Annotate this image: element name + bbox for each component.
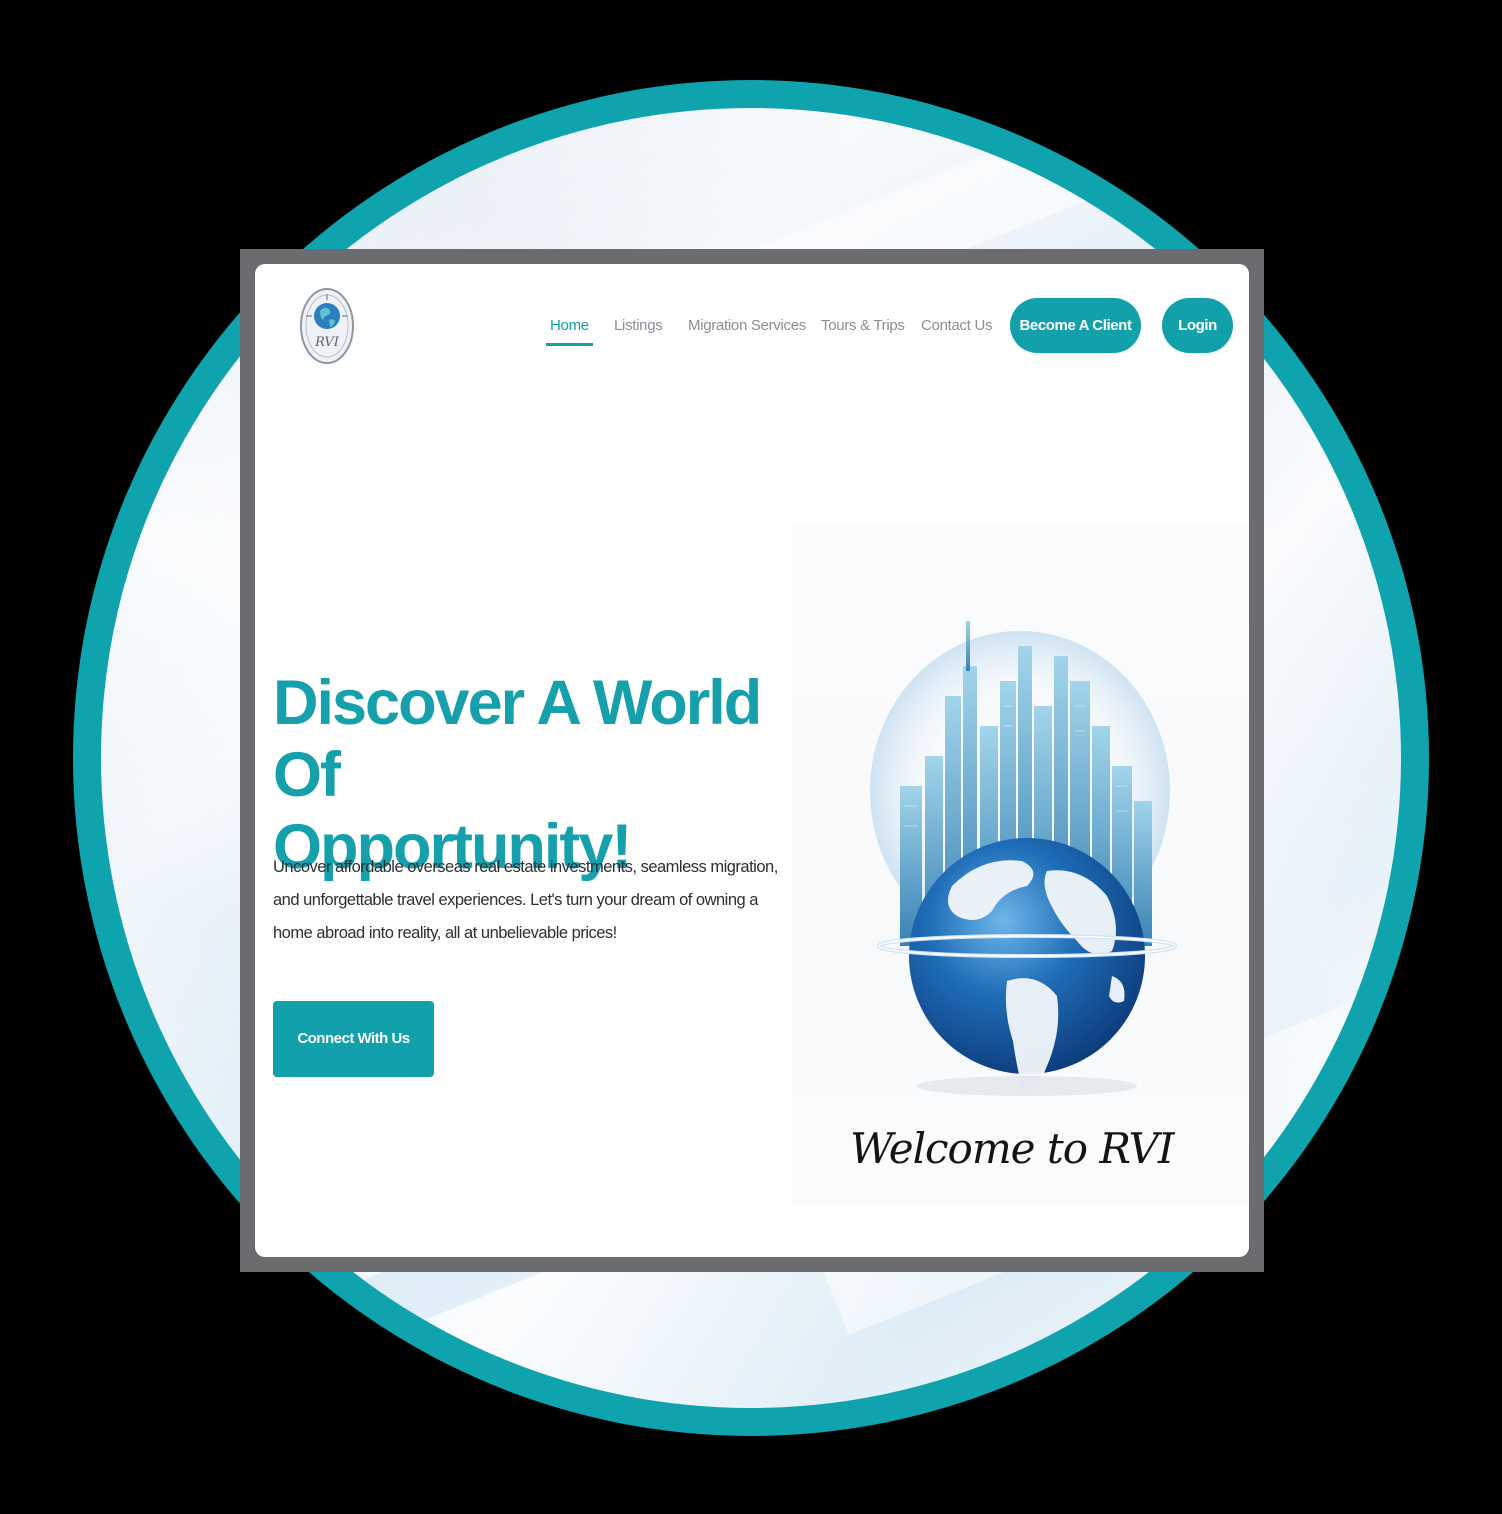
nav-home[interactable]: Home — [546, 312, 593, 346]
login-button[interactable]: Login — [1162, 298, 1233, 353]
nav-tours-trips[interactable]: Tours & Trips — [821, 312, 905, 340]
nav-contact-us[interactable]: Contact Us — [921, 312, 993, 340]
svg-text:RVI: RVI — [314, 335, 340, 350]
globe-logo-icon: RVI — [300, 288, 354, 364]
nav-migration-services[interactable]: Migration Services — [688, 312, 806, 340]
welcome-caption: Welcome to RVI — [850, 1124, 1174, 1173]
showcase-stage: RVI Home Listings Migration Services Tou… — [0, 0, 1502, 1514]
website-screenshot: RVI Home Listings Migration Services Tou… — [255, 264, 1249, 1257]
connect-with-us-button[interactable]: Connect With Us — [273, 1001, 434, 1077]
hero-title-line1: Discover A World Of — [273, 668, 762, 810]
nav-listings[interactable]: Listings — [614, 312, 663, 340]
hero-globe-image: Welcome to RVI — [792, 526, 1249, 1206]
site-logo[interactable]: RVI — [299, 284, 355, 364]
globe-city-icon — [870, 621, 1177, 1096]
hero-description: Uncover affordable overseas real estate … — [273, 858, 778, 942]
become-client-button[interactable]: Become A Client — [1010, 298, 1141, 353]
